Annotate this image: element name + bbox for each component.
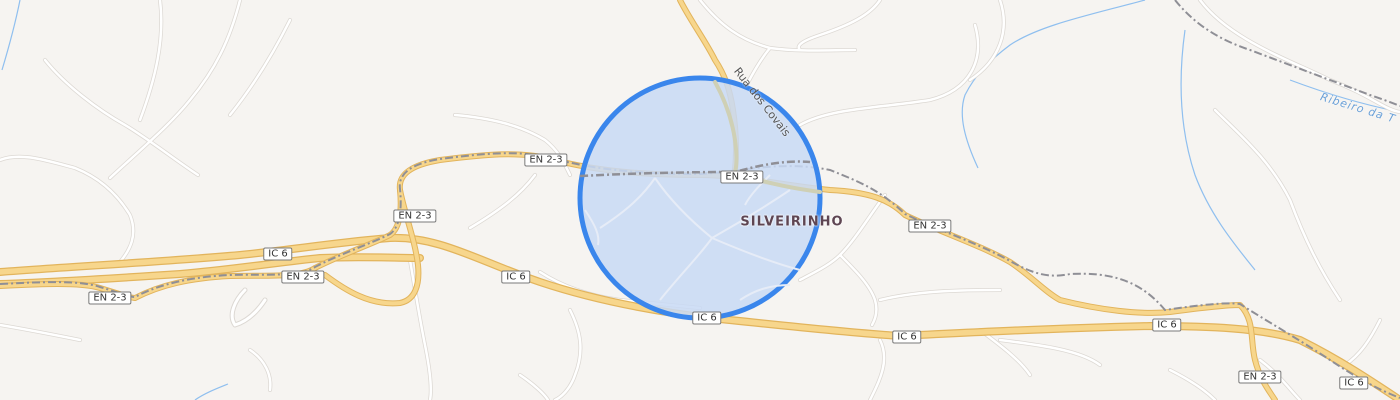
map-tiles xyxy=(0,0,1400,400)
stream xyxy=(1180,29,1256,271)
map-canvas[interactable]: EN 2-3 EN 2-3 EN 2-3 EN 2-3 EN 2-3 EN 2-… xyxy=(0,0,1400,400)
road-shield-ic6: IC 6 xyxy=(892,330,922,344)
road-shield-en2-3: EN 2-3 xyxy=(908,219,952,233)
road-shield-en2-3: EN 2-3 xyxy=(393,209,437,223)
road-shield-en2-3: EN 2-3 xyxy=(281,270,325,284)
road-shield-ic6: IC 6 xyxy=(1152,318,1182,332)
stream xyxy=(1,0,21,71)
road-shield-ic6: IC 6 xyxy=(263,247,293,261)
road-shield-ic6: IC 6 xyxy=(1339,376,1369,390)
road-shield-en2-3: EN 2-3 xyxy=(524,153,568,167)
road-shield-en2-3: EN 2-3 xyxy=(1238,370,1282,384)
road-shield-ic6: IC 6 xyxy=(692,311,722,325)
selection-circle[interactable] xyxy=(577,75,823,321)
place-label-silveirinho: SILVEIRINHO xyxy=(740,214,844,230)
stream xyxy=(194,383,229,400)
road-shield-en2-3: EN 2-3 xyxy=(88,291,132,305)
road-shield-en2-3: EN 2-3 xyxy=(720,170,764,184)
road-shield-ic6: IC 6 xyxy=(501,270,531,284)
stream xyxy=(961,0,1146,169)
